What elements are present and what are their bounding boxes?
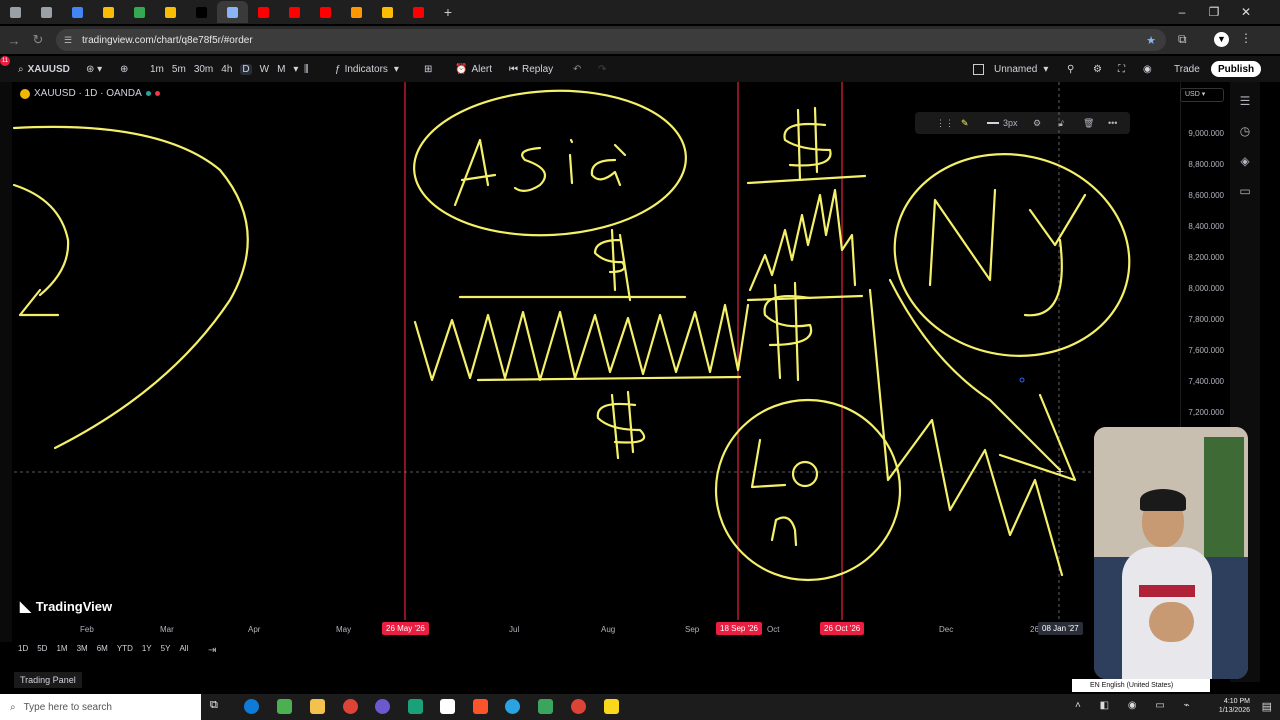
date-range-bar: 1D 5D 1M 3M 6M YTD 1Y 5Y All — [18, 644, 188, 653]
clock-date: 1/13/2026 — [1218, 707, 1250, 714]
app-icon-1[interactable] — [277, 699, 292, 714]
chrome-icon[interactable] — [343, 699, 358, 714]
windows-taskbar: ⌕ Type here to search ⧉ ˄ ◧ ◉ ▭ ⌁ 4:10 P… — [0, 694, 1280, 720]
app-icon-4[interactable] — [538, 699, 553, 714]
system-tray[interactable]: ˄ ◧ ◉ ▭ ⌁ — [1075, 700, 1198, 711]
sticky-notes-icon[interactable] — [604, 699, 619, 714]
drawing-asia-s — [513, 146, 547, 192]
brave-icon[interactable] — [473, 699, 488, 714]
range-ytd[interactable]: YTD — [117, 644, 133, 653]
webcam-shirt-stripe — [1139, 585, 1195, 597]
range-6m[interactable]: 6M — [97, 644, 108, 653]
drawing-ny-ellipse — [893, 153, 1131, 357]
drawing-lon-circle — [714, 398, 902, 582]
webcam-overlay — [1094, 427, 1248, 679]
taskbar-clock[interactable]: 4:10 PM 1/13/2026 — [1219, 697, 1250, 715]
notifications-icon[interactable]: ▤ — [1262, 700, 1272, 713]
search-icon: ⌕ — [10, 701, 16, 713]
chart-drawings: + — [12, 82, 1179, 620]
drawing-dollar-3 — [783, 106, 832, 182]
webcam-plant — [1204, 437, 1244, 557]
range-5y[interactable]: 5Y — [161, 644, 171, 653]
drawing-lon-o — [791, 460, 819, 488]
brand-text: TradingView — [35, 599, 113, 614]
file-explorer-icon[interactable] — [310, 699, 325, 714]
edge-icon[interactable] — [244, 699, 259, 714]
drawing-line-sep — [746, 174, 867, 185]
drawing-line-bottom — [476, 375, 742, 382]
range-1y[interactable]: 1Y — [142, 644, 152, 653]
drawing-asia-a2 — [590, 143, 627, 187]
drawing-arrow-left — [12, 183, 70, 317]
tradingview-logo: ◣ TradingView — [20, 598, 112, 615]
language-label: EN English (United States) — [1090, 682, 1174, 689]
range-1d[interactable]: 1D — [18, 644, 28, 653]
goto-date-icon[interactable]: ⇥ — [208, 645, 216, 656]
webcam-hands — [1149, 602, 1194, 642]
drawing-zigzag-range — [413, 303, 750, 382]
language-indicator[interactable]: EN English (United States) — [1072, 679, 1210, 692]
drawing-ny-y — [1023, 193, 1087, 317]
drawing-uptrend — [748, 188, 857, 292]
taskbar-search[interactable]: ⌕ Type here to search — [0, 694, 201, 720]
drawing-asia-i — [568, 138, 574, 185]
app-icon-3[interactable] — [408, 699, 423, 714]
drawing-downtrend — [868, 278, 1064, 577]
drawing-ny-n — [928, 188, 997, 287]
range-3m[interactable]: 3M — [77, 644, 88, 653]
tv-logo-icon: ◣ — [20, 598, 31, 614]
drawing-lon-l — [750, 438, 787, 489]
drawing-anchor-point — [1019, 377, 1025, 383]
trading-panel-label: Trading Panel — [20, 675, 76, 685]
telegram-icon[interactable] — [505, 699, 520, 714]
search-placeholder: Type here to search — [23, 701, 112, 713]
trading-panel-tab[interactable]: Trading Panel — [14, 672, 82, 688]
chrome-active-icon[interactable] — [571, 699, 586, 714]
capcut-icon[interactable] — [440, 699, 455, 714]
drawing-dollar-2 — [596, 390, 646, 460]
drawing-asia-a — [453, 138, 497, 207]
clock-time: 4:10 PM — [1223, 698, 1250, 705]
drawing-lon-n — [770, 516, 798, 547]
webcam-hair — [1140, 489, 1186, 511]
range-all[interactable]: All — [179, 644, 188, 653]
task-view-icon[interactable]: ⧉ — [210, 699, 225, 714]
drawing-asia-ellipse — [413, 89, 687, 237]
range-5d[interactable]: 5D — [37, 644, 47, 653]
drawing-dollar-1 — [593, 228, 632, 302]
app-icon-2[interactable] — [375, 699, 390, 714]
range-1m[interactable]: 1M — [56, 644, 67, 653]
